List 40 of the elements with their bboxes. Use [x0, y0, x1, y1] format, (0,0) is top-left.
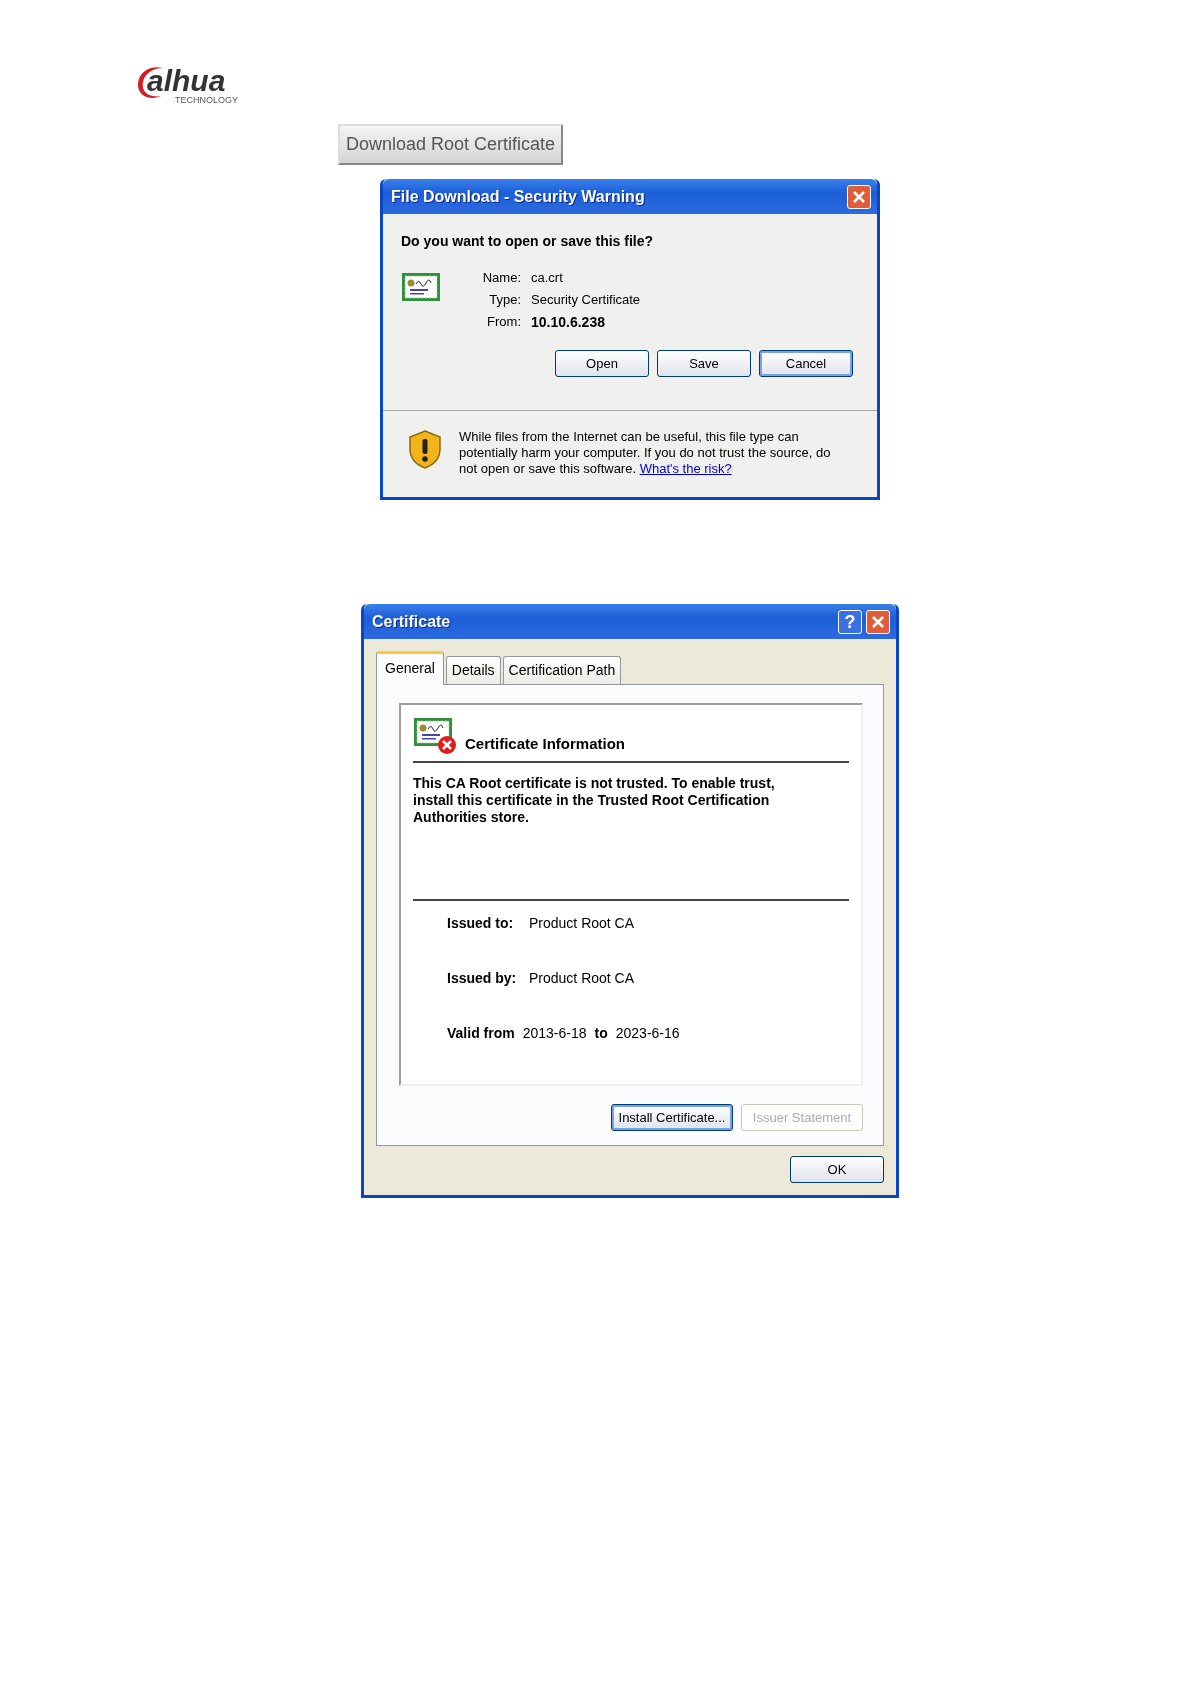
dialog-button[interactable]: Cancel — [759, 350, 853, 377]
field-label: to — [594, 1024, 608, 1043]
window-title: File Download - Security Warning — [391, 186, 645, 207]
field-value: 10.10.6.238 — [531, 313, 605, 332]
certificate-icon — [401, 272, 441, 302]
ok-button[interactable]: OK — [790, 1156, 884, 1183]
field-label: Valid from — [447, 1024, 515, 1043]
field-value: Security Certificate — [531, 291, 641, 309]
field-label: Issued by: — [447, 969, 517, 988]
dialog-button[interactable]: Save — [657, 350, 751, 377]
certificate-icon — [413, 717, 457, 755]
field-label: Name: — [481, 269, 522, 287]
field-label: Type: — [488, 291, 522, 309]
dialog-button[interactable]: Install Certificate... — [611, 1104, 733, 1131]
close-button[interactable] — [866, 609, 890, 634]
question-text: Do you want to open or save this file? — [401, 232, 655, 251]
message-text: This CA Root certificate is not trusted. To enable trust, install this certificate in the Trusted Root Certification Authorities store. — [413, 775, 776, 827]
info-title: Certificate Information — [465, 733, 626, 754]
download-button[interactable]: Download Root Certificate — [338, 124, 564, 165]
close-icon — [871, 614, 885, 629]
date-value: 2013-6-18 — [522, 1024, 587, 1043]
close-icon — [852, 189, 866, 204]
field-label: Issued to: — [447, 914, 515, 933]
tab[interactable]: Certification Path — [502, 656, 622, 684]
field-label: From: — [486, 313, 522, 331]
warning-shield-icon — [407, 429, 443, 469]
logo-tagline: TECHNOLOGY — [175, 96, 238, 105]
field-value: ca.crt — [531, 269, 563, 287]
window-title: Certificate — [372, 611, 451, 632]
risk-link[interactable]: What's the risk? — [639, 461, 732, 476]
date-value: 2023-6-16 — [615, 1024, 680, 1043]
tab[interactable]: General — [376, 651, 444, 685]
field-value: Product Root CA — [529, 914, 635, 933]
close-button[interactable] — [847, 184, 871, 209]
dialog-button[interactable]: Open — [555, 350, 649, 377]
logo-text: alhua — [147, 66, 227, 96]
field-value: Product Root CA — [529, 969, 635, 988]
help-button[interactable]: ? — [838, 609, 862, 634]
tab[interactable]: Details — [445, 656, 501, 684]
warning-text: While files from the Internet can be useful, this file type can potentially harm your computer. If you do not trust the source, do not open or save this software. What's the risk? — [459, 429, 832, 477]
